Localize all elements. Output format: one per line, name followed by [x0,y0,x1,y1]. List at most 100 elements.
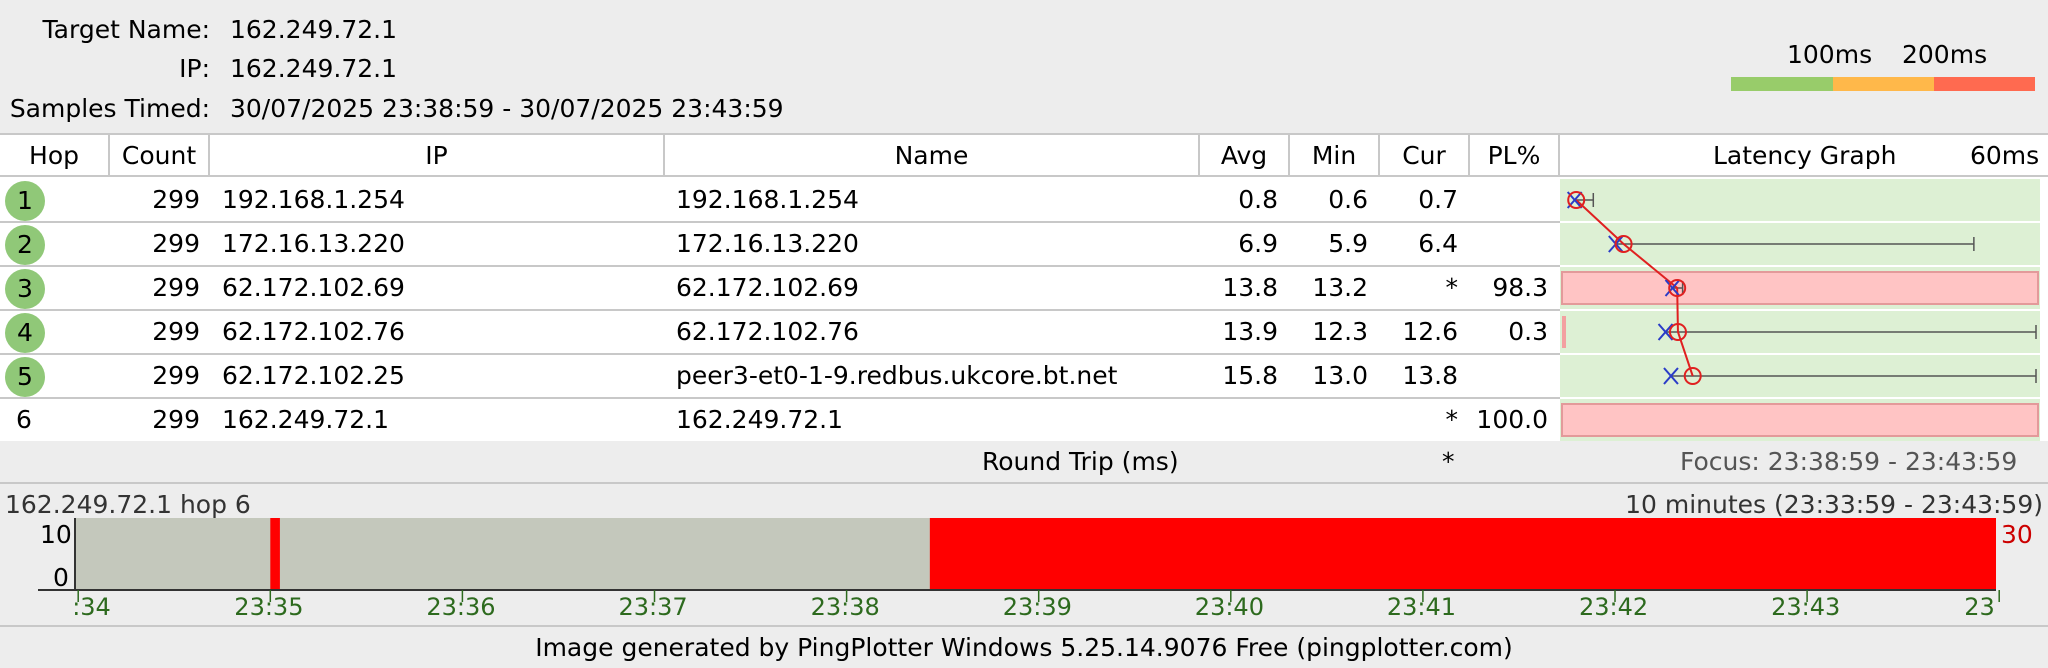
packet-loss-bar [1561,403,2039,437]
table-row[interactable]: 5 299 62.172.102.25 peer3-et0-1-9.redbus.uk… [0,355,1560,399]
table-row[interactable]: 4 299 62.172.102.76 62.172.102.76 13.9 12.3 12… [0,311,1560,355]
hop-number-badge: 1 [5,181,45,221]
timeline-tick-label: 23:43 [1771,593,1841,621]
hop-ip: 192.168.1.254 [222,185,405,214]
hop-min: 0.6 [1328,185,1368,214]
hop-min: 12.3 [1312,317,1368,346]
hop-number-badge: 5 [5,357,45,397]
legend-bar-high [1934,77,2035,91]
target-name-value: 162.249.72.1 [230,15,397,44]
round-trip-label: Round Trip (ms) [982,447,1179,476]
hop-number-badge: 2 [5,225,45,265]
legend-label-100ms: 100ms [1787,40,1873,69]
hop-min: 5.9 [1328,229,1368,258]
hop-ip: 162.249.72.1 [222,405,389,434]
legend-bar-mid [1833,77,1934,91]
column-pl[interactable]: PL% [1470,135,1560,177]
target-name-label: Target Name: [42,15,210,44]
timeline-tick-label: 23:36 [426,593,496,621]
hop-min: 13.2 [1312,273,1368,302]
column-latency-graph[interactable]: Latency Graph [1560,135,2040,177]
hop-name: 162.249.72.1 [676,405,843,434]
column-count[interactable]: Count [110,135,210,177]
hop-number: 6 [16,405,32,434]
timeline-tick-label: 23:42 [1579,593,1649,621]
table-row[interactable]: 3 299 62.172.102.69 62.172.102.69 13.8 13.2 * 9… [0,267,1560,311]
hop-count: 299 [152,317,200,346]
hop-min: 13.0 [1312,361,1368,390]
hop-count: 299 [152,229,200,258]
hop-cur: 12.6 [1402,317,1458,346]
footer-credit: Image generated by PingPlotter Windows 5… [0,625,2048,668]
latency-graph [1560,179,2040,441]
trace-table: Hop Count IP Name Avg Min Cur PL% Latenc… [0,133,2048,443]
timeline-tick-label: 23:38 [810,593,880,621]
hop-avg [1200,399,1278,441]
table-row[interactable]: 6 299 162.249.72.1 162.249.72.1 * 100.0 [0,399,1560,443]
hop-avg: 0.8 [1238,185,1278,214]
table-row[interactable]: 1 299 192.168.1.254 192.168.1.254 0.8 0.6 0.7 [0,179,1560,223]
hop-count: 299 [152,185,200,214]
hop-packet-loss: 0.3 [1508,317,1548,346]
ip-label: IP: [179,54,210,83]
timeline-tick-label: :34 [72,593,111,621]
hop-ip: 62.172.102.69 [222,273,405,302]
round-trip-row: Round Trip (ms) * Focus: 23:38:59 - 23:4… [0,441,2048,484]
column-name[interactable]: Name [665,135,1200,177]
column-ip[interactable]: IP [210,135,665,177]
legend-label-200ms: 200ms [1902,40,1988,69]
hop-packet-loss: 98.3 [1492,273,1548,302]
latency-graph-scale: 60ms [1970,141,2040,170]
focus-range: Focus: 23:38:59 - 23:43:59 [1680,447,2018,476]
samples-timed-label: Samples Timed: [9,94,210,123]
timeline-tick-label: 23:41 [1386,593,1457,621]
timeline-tick-label: 23:39 [1002,593,1072,621]
hop-name: 192.168.1.254 [676,185,859,214]
table-row[interactable]: 2 299 172.16.13.220 172.16.13.220 6.9 5.9 6.4 [0,223,1560,267]
column-avg[interactable]: Avg [1200,135,1290,177]
column-hop[interactable]: Hop [0,135,110,177]
samples-timed-value: 30/07/2025 23:38:59 - 30/07/2025 23:43:5… [230,94,784,123]
hop-ip: 172.16.13.220 [222,229,405,258]
hop-packet-loss [1470,355,1548,397]
hop-number-badge: 3 [5,269,45,309]
table-header: Hop Count IP Name Avg Min Cur PL% Latenc… [0,135,2048,177]
hop-cur: 6.4 [1418,229,1458,258]
hop-count: 299 [152,361,200,390]
packet-loss-bar [1562,316,1566,348]
hop-cur: * [1445,405,1459,434]
packet-loss-period [929,518,1996,590]
timeline-tick-label: 23 [1964,593,1995,621]
packet-loss-period [270,518,280,590]
hop-ip: 62.172.102.25 [222,361,405,390]
hop-cur: 0.7 [1418,185,1458,214]
timeline-tick-label: 23:35 [234,593,304,621]
hop-name: 62.172.102.76 [676,317,859,346]
hop-count: 299 [152,273,200,302]
hop-count: 299 [152,405,200,434]
hop-avg: 13.9 [1222,317,1278,346]
hop-avg: 13.8 [1222,273,1278,302]
packet-loss-bar [1561,271,2039,305]
hop-avg: 15.8 [1222,361,1278,390]
timeline-panel: 162.249.72.1 hop 6 10 minutes (23:33:59 … [0,486,2048,624]
graph-row-background [1560,179,2040,221]
hop-number-badge: 4 [5,313,45,353]
hop-cur: * [1445,273,1459,302]
hop-packet-loss: 100.0 [1476,405,1548,434]
ip-value: 162.249.72.1 [230,54,397,83]
hop-name: 62.172.102.69 [676,273,859,302]
round-trip-cur: * [1442,447,1455,476]
hop-name: peer3-et0-1-9.redbus.ukcore.bt.net [676,361,1118,390]
hop-cur: 13.8 [1402,361,1458,390]
column-cur[interactable]: Cur [1380,135,1470,177]
hop-packet-loss [1470,179,1548,221]
hop-name: 172.16.13.220 [676,229,859,258]
legend-bar-low [1731,77,1833,91]
column-min[interactable]: Min [1290,135,1380,177]
hop-avg: 6.9 [1238,229,1278,258]
timeline-tick-label: 23:37 [618,593,688,621]
hop-packet-loss [1470,223,1548,265]
hop-min [1290,399,1368,441]
timeline-tick-label: 23:40 [1194,593,1264,621]
